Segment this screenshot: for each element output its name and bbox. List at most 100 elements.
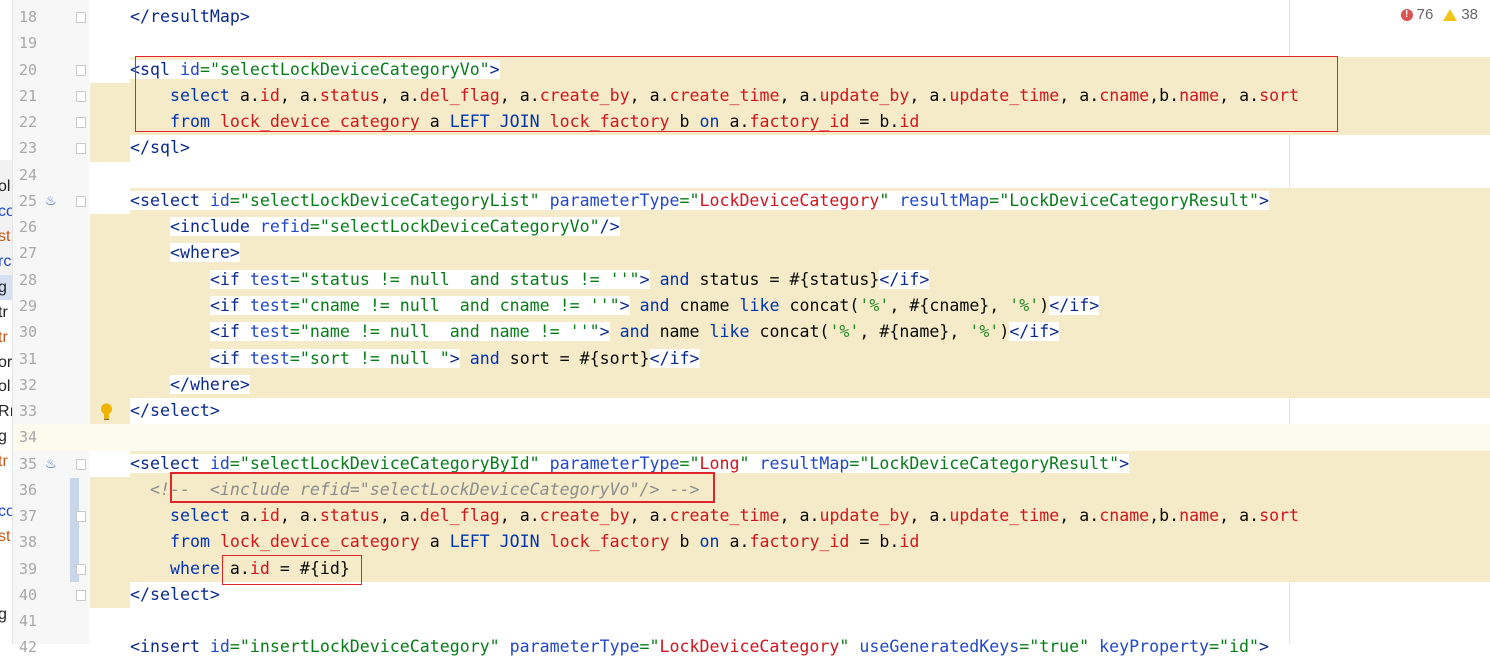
code-line[interactable]: </resultMap> <box>90 4 1490 30</box>
code-token: status = #{status} <box>689 269 880 289</box>
code-line[interactable]: <sql id="selectLockDeviceCategoryVo"> <box>90 56 1490 83</box>
code-line[interactable]: <select id="selectLockDeviceCategoryList… <box>90 187 1490 215</box>
fold-marker-icon[interactable] <box>76 589 86 601</box>
sidebar-tree-item[interactable]: ol <box>0 174 12 199</box>
sidebar-tree-item[interactable]: st <box>0 224 12 249</box>
project-sidebar-edge[interactable]: olcostrcgtrtrorolRıgtrcostg <box>0 0 13 644</box>
code-token: id <box>209 453 230 473</box>
code-token: , a. <box>779 506 820 526</box>
fold-marker-icon[interactable] <box>76 12 86 23</box>
code-token: status <box>319 506 380 526</box>
code-token: from <box>169 112 210 132</box>
fold-marker-icon[interactable] <box>76 143 86 155</box>
fold-marker-icon[interactable] <box>76 195 86 207</box>
code-line[interactable]: from lock_device_category a LEFT JOIN lo… <box>90 529 1490 556</box>
code-token: , a. <box>629 85 670 105</box>
code-token: = #{id} <box>269 558 350 578</box>
line-indent <box>90 240 130 267</box>
line-number: 32 <box>18 375 37 394</box>
line-number: 27 <box>18 244 37 263</box>
code-token: <!-- <include refid="selectLockDeviceCat… <box>149 479 700 499</box>
line-number: 25 <box>18 191 37 210</box>
code-line[interactable]: where a.id = #{id} <box>90 555 1490 582</box>
code-line[interactable]: <if test="status != null and status != '… <box>90 266 1490 293</box>
code-token: a. <box>719 532 750 552</box>
code-line[interactable]: <select id="selectLockDeviceCategoryById… <box>90 450 1490 477</box>
code-token: </if> <box>879 269 930 289</box>
sidebar-tree-item[interactable]: or <box>0 350 12 375</box>
code-line[interactable]: </sql> <box>90 135 1490 162</box>
code-token: update_time <box>949 506 1060 526</box>
code-line[interactable]: </select> <box>90 581 1490 609</box>
sidebar-tree-item[interactable]: Rı <box>0 399 12 424</box>
fold-marker-icon[interactable] <box>76 563 86 575</box>
code-line[interactable]: select a.id, a.status, a.del_flag, a.cre… <box>90 503 1490 530</box>
line-number: 21 <box>18 86 37 105</box>
fold-marker-icon[interactable] <box>76 64 86 76</box>
code-token: test <box>249 269 290 289</box>
code-token: ,b. <box>1149 506 1180 526</box>
code-token: test <box>249 322 290 342</box>
line-number: 19 <box>18 34 37 53</box>
code-token: lock_factory <box>549 112 670 132</box>
inspection-widget[interactable]: ! 76 38 <box>1400 6 1478 23</box>
lightbulb-icon[interactable] <box>100 403 113 420</box>
code-line[interactable]: </select> <box>90 398 1490 425</box>
code-token: " <box>839 637 850 657</box>
code-line[interactable] <box>90 30 1490 56</box>
code-line[interactable]: </where> <box>90 371 1490 399</box>
code-line[interactable]: <include refid="selectLockDeviceCategory… <box>90 214 1490 241</box>
fold-marker-icon[interactable] <box>76 90 86 102</box>
code-line[interactable] <box>90 608 1490 634</box>
code-line[interactable]: <!-- <include refid="selectLockDeviceCat… <box>90 476 1490 504</box>
code-line[interactable]: <if test="name != null and name != ''"> … <box>90 319 1490 346</box>
fold-marker-icon[interactable] <box>76 511 86 523</box>
code-token: factory_id <box>749 112 850 132</box>
sidebar-tree-item[interactable]: g <box>0 424 12 449</box>
code-line[interactable]: from lock_device_category a LEFT JOIN lo… <box>90 109 1490 136</box>
sidebar-tree-item[interactable]: g <box>0 275 12 300</box>
sidebar-tree-item[interactable]: tr <box>0 300 12 325</box>
line-indent <box>90 135 130 162</box>
sidebar-tree-item[interactable]: tr <box>0 449 12 474</box>
sidebar-tree-item[interactable]: rc <box>0 249 12 274</box>
code-token: <include <box>169 217 250 237</box>
code-token: and <box>659 269 690 289</box>
sidebar-tree-item[interactable]: tr <box>0 325 12 350</box>
sidebar-tree-item[interactable]: st <box>0 524 12 549</box>
code-line[interactable] <box>90 162 1490 188</box>
sidebar-tree-item[interactable]: ol <box>0 374 12 399</box>
code-token: a. <box>229 506 260 526</box>
code-token <box>539 453 550 473</box>
code-token: del_flag <box>419 85 500 105</box>
sidebar-tree-item[interactable]: g <box>0 602 12 627</box>
code-token: =" <box>639 637 660 657</box>
code-line[interactable]: <if test="sort != null "> and sort = #{s… <box>90 345 1490 372</box>
code-line[interactable]: <if test="cname != null and cname != ''"… <box>90 292 1490 320</box>
code-line[interactable]: select a.id, a.status, a.del_flag, a.cre… <box>90 82 1490 110</box>
code-token: </if> <box>1049 295 1100 315</box>
fold-marker-icon[interactable] <box>76 458 86 470</box>
code-token: parameterType <box>509 637 640 657</box>
code-line[interactable] <box>90 424 1490 451</box>
error-count: 76 <box>1416 6 1434 23</box>
java-bean-icon[interactable]: ♨ <box>46 190 56 209</box>
sidebar-tree-item[interactable]: co <box>0 199 12 224</box>
code-token: name <box>1179 506 1220 526</box>
fold-marker-icon[interactable] <box>76 117 86 129</box>
line-number: 30 <box>18 323 37 342</box>
java-bean-icon[interactable]: ♨ <box>46 453 56 472</box>
line-number: 24 <box>18 165 37 184</box>
sidebar-tree-item[interactable]: co <box>0 499 12 524</box>
line-number: 42 <box>18 638 37 657</box>
code-token <box>239 295 250 315</box>
code-line[interactable]: <insert id="insertLockDeviceCategory" pa… <box>90 634 1490 660</box>
code-token: and <box>619 322 650 342</box>
code-line[interactable]: <where> <box>90 240 1490 267</box>
code-token: ,b. <box>1149 85 1180 105</box>
